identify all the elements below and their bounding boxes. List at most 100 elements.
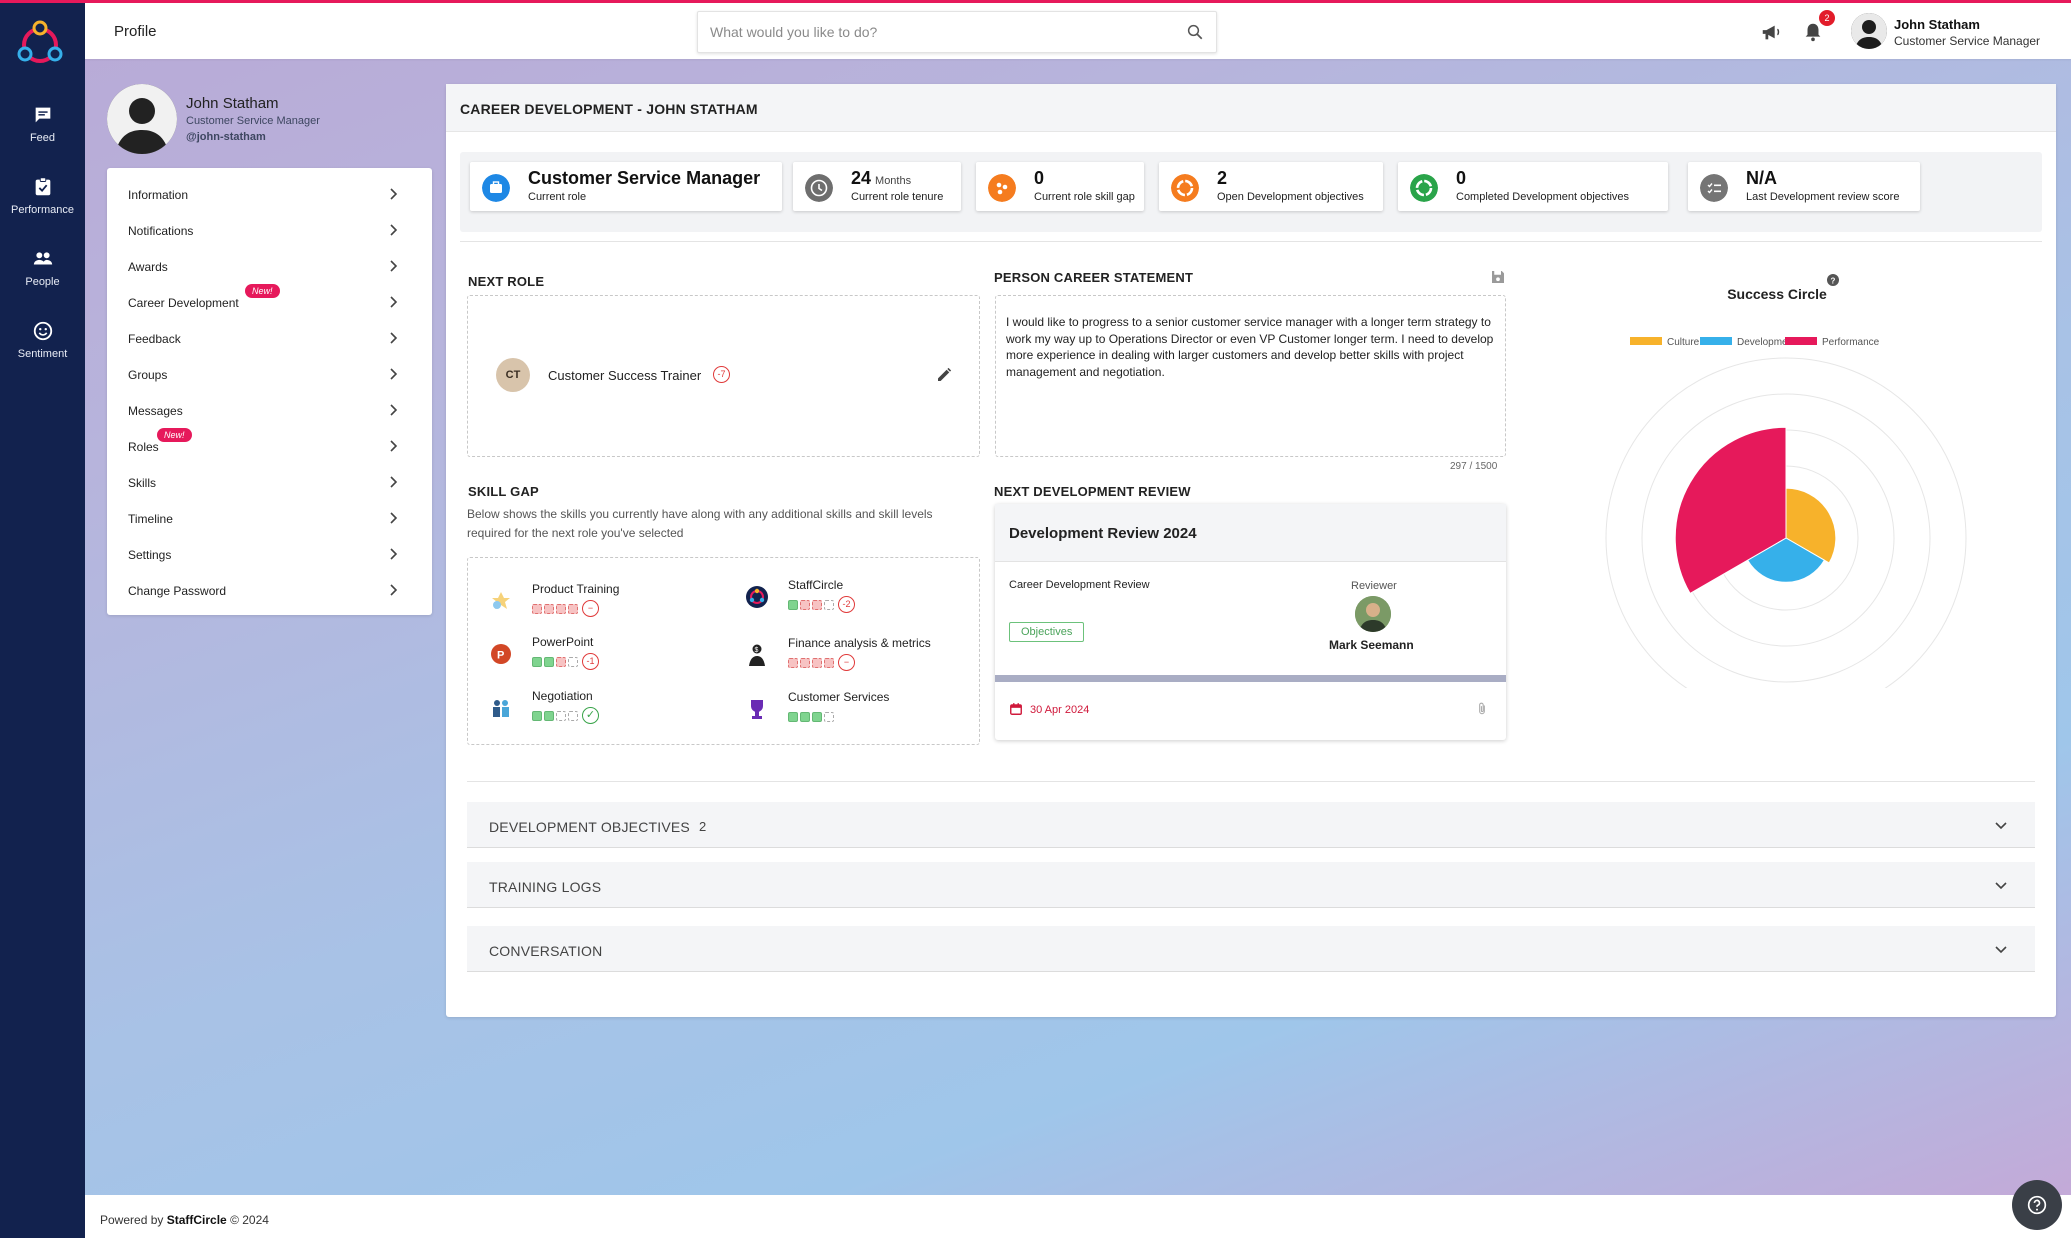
- briefcase-icon: [482, 174, 510, 202]
- paperclip-icon[interactable]: [1475, 701, 1489, 717]
- accordion-development-objectives[interactable]: DEVELOPMENT OBJECTIVES 2: [467, 802, 2035, 848]
- nav-performance[interactable]: Performance: [0, 176, 85, 216]
- level-dot: [556, 656, 566, 667]
- role-gap-indicator: -7: [713, 366, 730, 383]
- stat-label: Current role skill gap: [1034, 191, 1135, 203]
- menu-item-feedback[interactable]: Feedback: [107, 320, 432, 356]
- skill-gap-indicator: -2: [838, 596, 855, 614]
- legend-swatch[interactable]: [1785, 337, 1817, 345]
- stat-value: 0: [1456, 168, 1467, 188]
- menu-item-timeline[interactable]: Timeline: [107, 500, 432, 536]
- accordion-label: TRAINING LOGS: [489, 879, 602, 895]
- accordion-conversation[interactable]: CONVERSATION: [467, 926, 2035, 972]
- new-badge: New!: [157, 428, 192, 442]
- skill-gap-indicator: ✓: [582, 707, 599, 725]
- stat-label: Current role tenure: [851, 191, 944, 203]
- divider: [467, 781, 2035, 782]
- menu-item-roles[interactable]: Roles New!: [107, 428, 432, 464]
- megaphone-icon[interactable]: [1760, 21, 1782, 43]
- menu-item-information[interactable]: Information: [107, 176, 432, 212]
- skills-box: Product Training − P PowerPoint -1 Negot…: [467, 557, 980, 745]
- level-dot: [788, 711, 798, 722]
- chart-title: Success Circle: [1727, 286, 1827, 302]
- avatar[interactable]: [1851, 13, 1887, 49]
- career-statement-box[interactable]: I would like to progress to a senior cus…: [995, 295, 1506, 457]
- skill-name: PowerPoint: [532, 635, 594, 649]
- feed-icon: [35, 107, 50, 123]
- level-dot: [568, 656, 578, 667]
- development-review-card[interactable]: Development Review 2024 Career Developme…: [995, 504, 1506, 740]
- chevron-down-icon: [1995, 946, 2007, 954]
- career-statement-text[interactable]: I would like to progress to a senior cus…: [1006, 314, 1496, 380]
- top-accent-strip: [0, 0, 2071, 3]
- level-dot: [800, 711, 810, 722]
- skill-item[interactable]: Product Training −: [488, 582, 708, 622]
- chevron-right-icon: [390, 512, 398, 524]
- svg-text:P: P: [497, 650, 504, 662]
- skill-item[interactable]: $ Finance analysis & metrics −: [744, 636, 964, 676]
- stat-value: 24 Months: [851, 168, 911, 189]
- menu-item-label: Information: [128, 188, 189, 202]
- search-input[interactable]: [698, 12, 1158, 52]
- next-review-title: NEXT DEVELOPMENT REVIEW: [994, 484, 1191, 499]
- stat-value: N/A: [1746, 168, 1777, 188]
- accordion-training-logs[interactable]: TRAINING LOGS: [467, 862, 2035, 908]
- skill-item[interactable]: P PowerPoint -1: [488, 635, 708, 675]
- menu-item-career-development[interactable]: Career Development New!: [107, 284, 432, 320]
- search-icon[interactable]: [1186, 23, 1204, 41]
- info-icon[interactable]: ?: [1827, 274, 1839, 286]
- level-dot: [544, 710, 554, 721]
- reviewer-avatar[interactable]: [1355, 596, 1391, 632]
- skill-item[interactable]: StaffCircle -2: [744, 578, 964, 618]
- level-dot: [568, 603, 578, 614]
- nav-people[interactable]: People: [0, 248, 85, 288]
- legend-swatch[interactable]: [1700, 337, 1732, 345]
- menu-item-change-password[interactable]: Change Password: [107, 572, 432, 608]
- menu-item-settings[interactable]: Settings: [107, 536, 432, 572]
- menu-item-skills[interactable]: Skills: [107, 464, 432, 500]
- chevron-down-icon: [1995, 822, 2007, 830]
- review-card-header: Development Review 2024: [995, 504, 1506, 562]
- stat-number: 24: [851, 168, 872, 188]
- nav-feed[interactable]: Feed: [0, 104, 85, 144]
- bell-icon[interactable]: [1802, 21, 1824, 43]
- save-disk-icon[interactable]: [1489, 268, 1507, 286]
- objectives-button[interactable]: Objectives: [1009, 622, 1085, 642]
- skill-gap-indicator: −: [582, 600, 599, 618]
- level-dot: [800, 657, 810, 668]
- skill-item[interactable]: Negotiation ✓: [488, 689, 708, 729]
- nav-label: Performance: [11, 204, 74, 216]
- skill-levels: -1: [532, 653, 599, 671]
- accordion-label: DEVELOPMENT OBJECTIVES: [489, 819, 690, 835]
- menu-item-awards[interactable]: Awards: [107, 248, 432, 284]
- legend-swatch[interactable]: [1630, 337, 1662, 345]
- question-icon: [2027, 1195, 2047, 1215]
- skill-levels: [788, 708, 836, 722]
- level-dot: [556, 603, 566, 614]
- skill-name: Product Training: [532, 582, 620, 596]
- menu-item-messages[interactable]: Messages: [107, 392, 432, 428]
- left-navigation: Feed Performance People Sentiment: [0, 0, 85, 1238]
- chevron-right-icon: [390, 368, 398, 380]
- menu-item-label: Feedback: [128, 332, 181, 346]
- stat-open-objectives: 2 Open Development objectives: [1159, 162, 1383, 211]
- staffcircle-logo[interactable]: [14, 18, 66, 70]
- divider: [460, 241, 2042, 242]
- profile-avatar[interactable]: [107, 84, 177, 154]
- menu-item-notifications[interactable]: Notifications: [107, 212, 432, 248]
- skill-name: Finance analysis & metrics: [788, 636, 931, 650]
- menu-item-label: Career Development: [128, 296, 239, 310]
- panel-header: CAREER DEVELOPMENT - JOHN STATHAM: [446, 84, 2056, 132]
- edit-pencil-icon[interactable]: [935, 366, 953, 384]
- menu-item-groups[interactable]: Groups: [107, 356, 432, 392]
- help-button[interactable]: [2012, 1180, 2062, 1230]
- skill-levels: −: [788, 654, 855, 672]
- stat-unit: Months: [875, 175, 912, 187]
- skill-item[interactable]: Customer Services: [744, 690, 964, 730]
- nav-label: Feed: [29, 132, 56, 144]
- profile-handle: @john-statham: [186, 131, 266, 143]
- menu-item-label: Messages: [128, 404, 183, 418]
- nav-sentiment[interactable]: Sentiment: [0, 320, 85, 360]
- footer-brand: StaffCircle: [166, 1213, 227, 1227]
- product-training-icon: [492, 592, 510, 609]
